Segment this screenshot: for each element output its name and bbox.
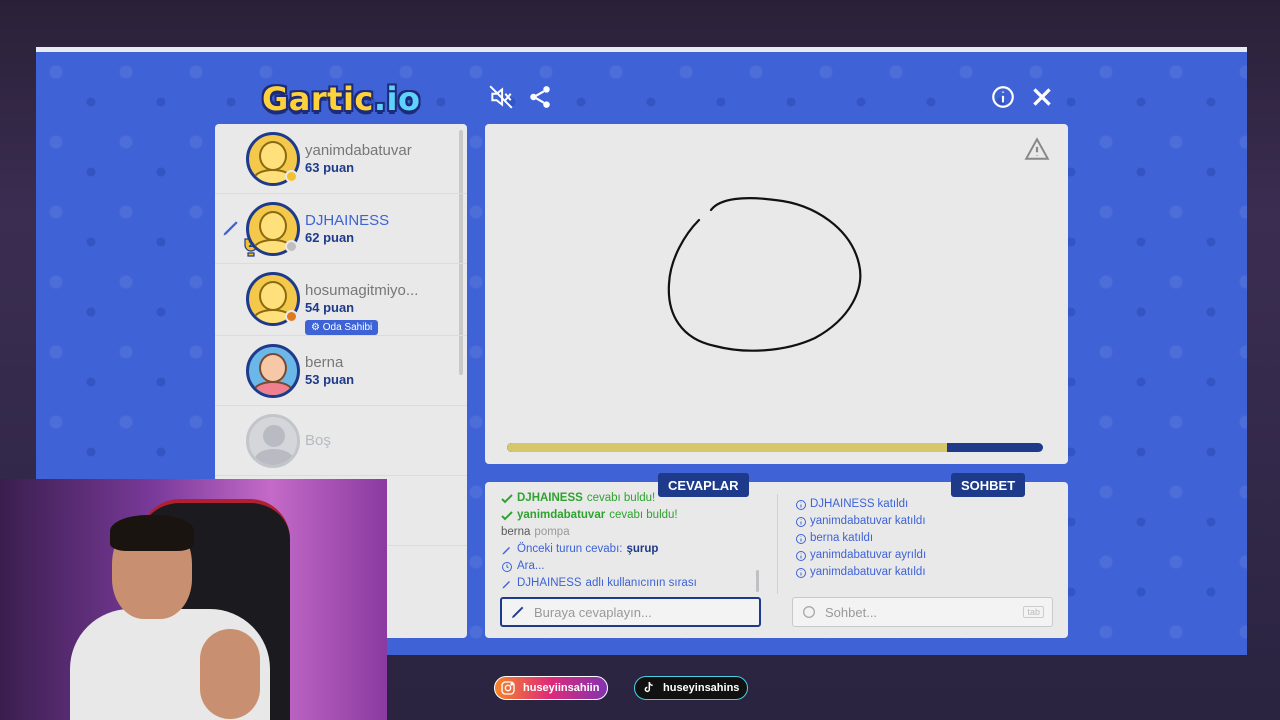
instagram-icon xyxy=(499,679,517,697)
chat-placeholder: Sohbet... xyxy=(825,604,878,620)
instagram-handle: huseyiinsahiin xyxy=(494,676,609,700)
player-row[interactable]: yanimdabatuvar 63 puan xyxy=(215,124,467,194)
panel-divider xyxy=(777,494,778,594)
empty-avatar xyxy=(246,414,300,468)
chat-log: DJHAINESS katıldı yanimdabatuvar katıldı… xyxy=(795,496,1055,581)
tiktok-handle: huseyinsahins xyxy=(634,676,749,700)
chat-user: DJHAINESS xyxy=(810,498,875,510)
log-user: yanimdabatuvar xyxy=(517,509,606,521)
log-user: DJHAINESS xyxy=(517,492,583,504)
previous-answer-word: şurup xyxy=(626,543,659,555)
clock-icon xyxy=(502,561,512,572)
check-icon xyxy=(501,510,513,520)
rank-badge xyxy=(285,170,298,183)
answer-input[interactable]: Buraya cevaplayın... xyxy=(500,597,761,627)
pencil-icon xyxy=(502,546,510,554)
info-icon xyxy=(796,567,806,578)
tab-answers[interactable]: CEVAPLAR xyxy=(658,473,749,497)
chat-text: katıldı xyxy=(894,566,926,578)
check-icon xyxy=(501,493,513,503)
instagram-text: huseyiinsahiin xyxy=(523,682,600,694)
player-row[interactable]: hosumagitmiyo... 54 puan ⚙ Oda Sahibi xyxy=(215,264,467,336)
tab-chat[interactable]: SOHBET xyxy=(951,473,1026,497)
player-name: DJHAINESS xyxy=(305,212,390,229)
info-icon xyxy=(796,516,806,527)
tiktok-icon xyxy=(639,679,657,697)
round-timer xyxy=(507,443,1043,452)
log-text: cevabı buldu! xyxy=(586,492,656,504)
share-icon[interactable] xyxy=(525,82,555,112)
log-text: Ara... xyxy=(517,560,545,572)
player-points: 63 puan xyxy=(305,160,355,175)
timer-fill xyxy=(507,443,947,452)
chat-user: berna xyxy=(810,532,840,544)
chat-bubble-icon xyxy=(803,606,815,618)
chat-row: yanimdabatuvar katıldı xyxy=(795,513,1055,530)
player-points: 62 puan xyxy=(305,230,355,245)
player-row[interactable]: berna 53 puan xyxy=(215,336,467,406)
chat-row: berna katıldı xyxy=(795,530,1055,547)
avatar xyxy=(246,344,300,398)
webcam-overlay xyxy=(0,479,387,720)
chat-text: katıldı xyxy=(842,532,874,544)
player-name: yanimdabatuvar xyxy=(305,142,412,159)
pencil-icon xyxy=(223,221,238,236)
rank-badge xyxy=(285,240,298,253)
close-icon[interactable] xyxy=(1027,82,1057,112)
info-icon xyxy=(796,499,806,510)
player-points: 54 puan xyxy=(305,300,355,315)
log-user: DJHAINESS xyxy=(517,577,582,589)
empty-slot: Boş xyxy=(215,406,467,476)
tab-key-hint: tab xyxy=(1023,606,1044,618)
gartic-logo: Gartic.io xyxy=(262,80,421,118)
answers-chat-panel: DJHAINESS cevabı buldu! yanimdabatuvar c… xyxy=(485,482,1068,638)
report-warning-icon[interactable] xyxy=(1024,136,1050,162)
log-user: berna xyxy=(501,526,531,538)
log-row: yanimdabatuvar cevabı buldu! xyxy=(501,507,761,524)
info-icon[interactable] xyxy=(988,82,1018,112)
log-row: berna pompa xyxy=(501,524,761,541)
chat-row: DJHAINESS katıldı xyxy=(795,496,1055,513)
info-icon xyxy=(796,533,806,544)
log-row: Önceki turun cevabı: şurup xyxy=(501,541,761,558)
drawing-canvas[interactable] xyxy=(485,124,1068,464)
chat-input[interactable]: Sohbet... tab xyxy=(792,597,1053,627)
chat-row: yanimdabatuvar katıldı xyxy=(795,564,1055,581)
rank-badge xyxy=(285,310,298,323)
drawing-stroke xyxy=(667,197,862,352)
log-text: adlı kullanıcının sırası xyxy=(585,577,697,589)
room-owner-badge: ⚙ Oda Sahibi xyxy=(305,320,379,335)
log-row: DJHAINESS adlı kullanıcının sırası xyxy=(501,575,761,592)
chat-text: ayrıldı xyxy=(894,549,927,561)
player-points: 53 puan xyxy=(305,372,355,387)
chat-text: katıldı xyxy=(894,515,926,527)
log-text: cevabı buldu! xyxy=(609,509,678,521)
info-icon xyxy=(796,550,806,561)
player-name: hosumagitmiyo... xyxy=(305,282,419,299)
answers-log: DJHAINESS cevabı buldu! yanimdabatuvar c… xyxy=(501,490,761,592)
mute-icon[interactable] xyxy=(486,82,516,112)
chat-row: yanimdabatuvar ayrıldı xyxy=(795,547,1055,564)
log-text: Önceki turun cevabı: xyxy=(517,543,623,555)
empty-slot-label: Boş xyxy=(305,432,331,449)
tiktok-text: huseyinsahins xyxy=(663,682,740,694)
answer-placeholder: Buraya cevaplayın... xyxy=(534,604,652,620)
chat-user: yanimdabatuvar xyxy=(810,566,892,578)
chat-user: yanimdabatuvar xyxy=(810,515,892,527)
pencil-icon xyxy=(512,606,524,618)
log-row: Ara... xyxy=(501,558,761,575)
pencil-icon xyxy=(502,580,510,588)
player-name: berna xyxy=(305,354,344,371)
player-row[interactable]: 2 DJHAINESS 62 puan xyxy=(215,194,467,264)
chat-user: yanimdabatuvar xyxy=(810,549,892,561)
answers-scrollbar[interactable] xyxy=(756,570,759,592)
log-text: pompa xyxy=(534,526,570,538)
chat-text: katıldı xyxy=(877,498,909,510)
